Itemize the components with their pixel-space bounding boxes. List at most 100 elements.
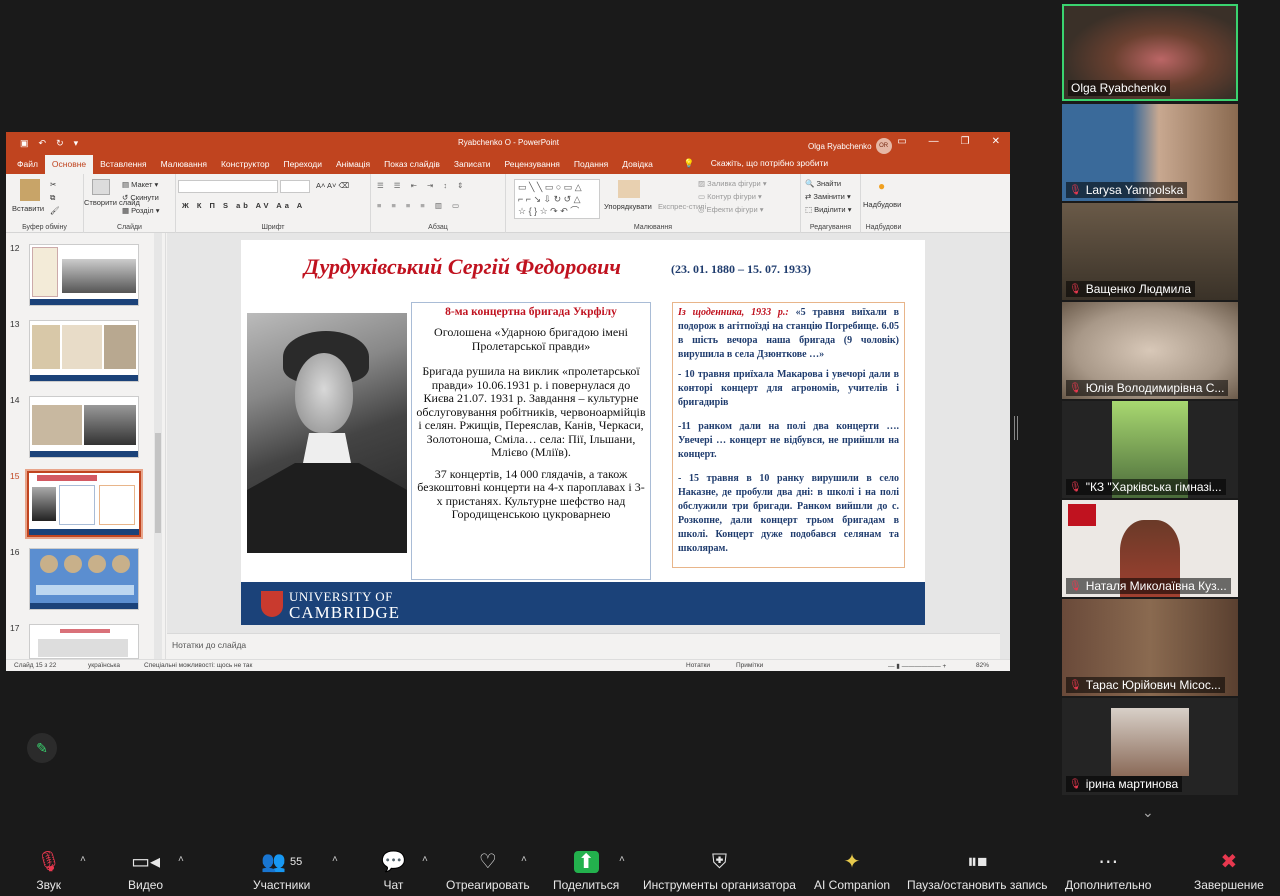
annotate-pen-icon[interactable]: ✎ bbox=[27, 733, 57, 763]
new-slide-button[interactable]: Створити слайд bbox=[84, 198, 140, 207]
reactions-options-chevron-icon[interactable]: ˄ bbox=[521, 854, 527, 865]
chat-options-chevron-icon[interactable]: ˄ bbox=[422, 854, 428, 865]
notes-toggle[interactable]: Нотатки bbox=[686, 662, 710, 669]
paste-button[interactable]: Вставити bbox=[12, 204, 44, 213]
slide-thumbnail[interactable] bbox=[29, 548, 139, 610]
tab-file[interactable]: Файл bbox=[10, 159, 45, 174]
tab-design[interactable]: Конструктор bbox=[214, 159, 276, 174]
tab-help[interactable]: Довідка bbox=[615, 159, 660, 174]
zoom-level[interactable]: 82% bbox=[976, 662, 989, 669]
font-size-buttons[interactable]: A˄ A˅ ⌫ bbox=[316, 181, 349, 190]
slide-thumbnail[interactable] bbox=[29, 244, 139, 306]
arrange-button[interactable]: Упорядкувати bbox=[604, 202, 652, 211]
university-logo: UNIVERSITY OF CAMBRIDGE bbox=[289, 589, 401, 622]
restore-icon[interactable]: ❐ bbox=[961, 136, 970, 147]
end-meeting-button[interactable]: ✖ Завершение bbox=[1194, 850, 1264, 892]
cut-icon[interactable]: ✂ bbox=[50, 180, 56, 189]
audio-options-chevron-icon[interactable]: ˄ bbox=[80, 854, 86, 865]
slide-thumbnail[interactable] bbox=[29, 320, 139, 382]
slide-thumbnail-selected[interactable] bbox=[25, 469, 143, 539]
shape-effects-button[interactable]: ◎ Ефекти фігури ▾ bbox=[698, 205, 764, 214]
reactions-button[interactable]: ♡ Отреагировать bbox=[446, 850, 530, 892]
arrange-icon[interactable] bbox=[618, 180, 640, 198]
share-options-chevron-icon[interactable]: ˄ bbox=[619, 854, 625, 865]
addins-icon[interactable]: ● bbox=[878, 179, 885, 193]
close-icon[interactable]: ✕ bbox=[992, 136, 1000, 147]
find-button[interactable]: 🔍 Знайти bbox=[805, 179, 841, 188]
font-style-buttons[interactable]: Ж К П S ab AV Aa A bbox=[182, 201, 305, 210]
video-options-chevron-icon[interactable]: ˄ bbox=[178, 854, 184, 865]
slide-editing-area: Дурдуківський Сергій Федорович (23. 01. … bbox=[167, 233, 1010, 633]
participant-tile[interactable]: Olga Ryabchenko bbox=[1062, 4, 1238, 101]
participant-tile[interactable]: 🎙 Larysa Yampolska bbox=[1062, 104, 1238, 201]
user-account[interactable]: Olga Ryabchenko OR bbox=[808, 138, 892, 154]
thumbnails-scrollbar[interactable] bbox=[154, 233, 162, 659]
more-button[interactable]: ⋯ Дополнительно bbox=[1065, 850, 1151, 892]
shape-outline-button[interactable]: ▭ Контур фігури ▾ bbox=[698, 192, 762, 201]
tab-draw[interactable]: Малювання bbox=[154, 159, 214, 174]
shape-fill-button[interactable]: ▨ Заливка фігури ▾ bbox=[698, 179, 767, 188]
tab-record[interactable]: Записати bbox=[447, 159, 498, 174]
current-slide[interactable]: Дурдуківський Сергій Федорович (23. 01. … bbox=[241, 240, 925, 625]
font-name-combo[interactable] bbox=[178, 180, 278, 193]
copy-icon[interactable]: ⧉ bbox=[50, 193, 55, 203]
customize-icon[interactable]: ▾ bbox=[74, 138, 79, 149]
alignment-buttons[interactable]: ≡ ≡ ≡ ≡ ▥ ▭ bbox=[377, 201, 463, 210]
host-tools-button[interactable]: ⛨ Инструменты организатора bbox=[643, 850, 796, 892]
share-button[interactable]: ⬆ Поделиться bbox=[553, 850, 619, 892]
undo-icon[interactable]: ↶ bbox=[39, 138, 47, 149]
brigade-textbox[interactable]: 8-ма концертна бригада Укрфілу Оголошена… bbox=[411, 302, 651, 580]
select-button[interactable]: ⬚ Виділити ▾ bbox=[805, 205, 851, 214]
audio-button[interactable]: 🎙 Звук bbox=[36, 850, 61, 892]
zoom-slider[interactable]: — ▮ —————— + bbox=[888, 662, 946, 670]
slide-thumbnail[interactable] bbox=[29, 624, 139, 659]
group-label: Редагування bbox=[809, 224, 852, 231]
tab-slideshow[interactable]: Показ слайдів bbox=[377, 159, 447, 174]
participants-options-chevron-icon[interactable]: ˄ bbox=[332, 854, 338, 865]
new-slide-icon[interactable] bbox=[92, 179, 110, 195]
participant-tile[interactable]: 🎙 "КЗ "Харківська гімназі... bbox=[1062, 401, 1238, 498]
video-button[interactable]: ▭◂ Видео bbox=[128, 850, 163, 892]
tell-me-search[interactable]: 💡 Скажіть, що потрібно зробити bbox=[670, 158, 842, 174]
participant-tile[interactable]: 🎙 Тарас Юрійович Місос... bbox=[1062, 599, 1238, 696]
participant-tile[interactable]: 🎙 ірина мартинова bbox=[1062, 698, 1238, 795]
replace-button[interactable]: ⇄ Замінити ▾ bbox=[805, 192, 851, 201]
diary-textbox[interactable]: Із щоденника, 1933 р.: «5 травня виїхали… bbox=[672, 302, 905, 568]
save-icon[interactable]: ▣ bbox=[20, 138, 29, 149]
participant-tile[interactable]: 🎙 Ващенко Людмила bbox=[1062, 203, 1238, 300]
slide-scrollbar[interactable] bbox=[1000, 233, 1010, 659]
format-painter-icon[interactable]: 🖌 bbox=[50, 206, 60, 215]
language-indicator[interactable]: українська bbox=[88, 662, 120, 669]
ai-companion-button[interactable]: ✦ AI Companion bbox=[814, 850, 890, 892]
slide-thumbnail[interactable] bbox=[29, 396, 139, 458]
participant-tile[interactable]: 🎙 Юлія Володимирівна С... bbox=[1062, 302, 1238, 399]
participants-button[interactable]: 👥 55 Участники bbox=[253, 850, 310, 892]
notes-pane[interactable]: Нотатки до слайда bbox=[167, 633, 1000, 659]
ribbon-display-icon[interactable]: ▭ bbox=[897, 136, 906, 147]
chat-button[interactable]: 💬 Чат bbox=[381, 850, 406, 892]
recording-control-button[interactable]: ⏸⏹ Пауза/остановить запись bbox=[907, 850, 1047, 892]
paste-icon[interactable] bbox=[20, 179, 40, 201]
tab-review[interactable]: Рецензування bbox=[498, 159, 567, 174]
reset-button[interactable]: ↺ Скинути bbox=[122, 193, 159, 202]
accessibility-status[interactable]: Спеціальні можливості: щось не так bbox=[144, 662, 252, 669]
participant-tile[interactable]: 🎙 Наталя Миколаївна Куз... bbox=[1062, 500, 1238, 597]
redo-icon[interactable]: ↻ bbox=[56, 138, 64, 149]
quick-styles-button[interactable]: Експрес-стилі bbox=[658, 202, 706, 211]
split-handle[interactable] bbox=[1014, 416, 1018, 440]
section-button[interactable]: ▦ Розділ ▾ bbox=[122, 206, 159, 215]
comments-toggle[interactable]: Примітки bbox=[736, 662, 763, 669]
list-buttons[interactable]: ☰ ☰ ⇤ ⇥ ↕ ⇕ bbox=[377, 181, 467, 190]
tab-animations[interactable]: Анімація bbox=[329, 159, 377, 174]
tab-insert[interactable]: Вставлення bbox=[93, 159, 153, 174]
shapes-gallery[interactable]: ▭ ╲ ╲ ▭ ○ ▭ △ ⌐ ⌐ ↘ ⇩ ↻ ↺ △ ☆ { } ☆ ↷ ↶ ⌒ bbox=[514, 179, 600, 219]
gallery-scroll-down-icon[interactable]: ⌄ bbox=[1142, 804, 1154, 821]
tab-home[interactable]: Основне bbox=[44, 155, 94, 174]
muted-mic-icon: 🎙 bbox=[36, 851, 62, 873]
tab-transitions[interactable]: Переходи bbox=[276, 159, 329, 174]
tab-view[interactable]: Подання bbox=[567, 159, 615, 174]
font-size-combo[interactable] bbox=[280, 180, 310, 193]
addins-button[interactable]: Надбудови bbox=[863, 200, 901, 209]
layout-button[interactable]: ▤ Макет ▾ bbox=[122, 180, 158, 189]
minimize-icon[interactable]: — bbox=[929, 136, 939, 147]
